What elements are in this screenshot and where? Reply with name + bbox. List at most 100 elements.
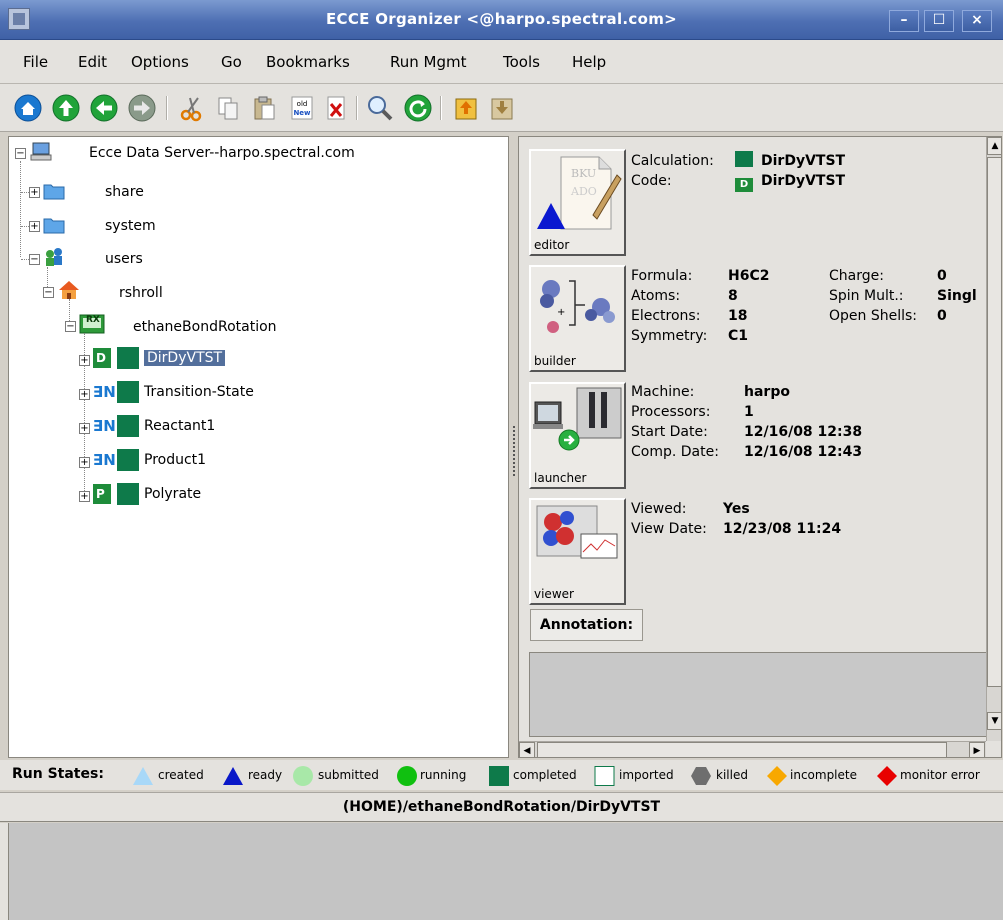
- menu-tools[interactable]: Tools: [503, 53, 540, 71]
- run-states-title: Run States:: [12, 766, 104, 782]
- monitor-error-diamond-icon: [877, 766, 897, 786]
- editor-icon: BKU ADO: [537, 156, 622, 230]
- import-icon[interactable]: [452, 94, 480, 122]
- killed-hexagon-icon: [691, 767, 711, 785]
- launcher-icon: [533, 387, 622, 451]
- tree-item-share[interactable]: share: [105, 178, 144, 206]
- search-icon[interactable]: [366, 94, 394, 122]
- server-icon: [30, 142, 52, 161]
- tree-item-calc[interactable]: Polyrate: [144, 480, 201, 508]
- scrollbar-thumb[interactable]: [537, 742, 947, 757]
- home-icon[interactable]: [14, 94, 42, 122]
- cut-icon[interactable]: [178, 94, 206, 122]
- tree-expand-toggle[interactable]: +: [79, 423, 90, 434]
- menu-bookmarks[interactable]: Bookmarks: [266, 53, 350, 71]
- tree-item-system[interactable]: system: [105, 212, 156, 240]
- project-tree[interactable]: − Ecce Data Server--harpo.spectral.com +…: [8, 136, 509, 758]
- tree-collapse-toggle[interactable]: −: [43, 287, 54, 298]
- viewer-button[interactable]: viewer: [529, 498, 626, 605]
- tree-item-rshroll[interactable]: rshroll: [119, 279, 163, 307]
- launcher-info: Machine: harpo Processors: 1 Start Date: 12…: [631, 384, 863, 460]
- refresh-icon[interactable]: [404, 94, 432, 122]
- builder-button[interactable]: + builder: [529, 265, 626, 372]
- window-title: ECCE Organizer <@harpo.spectral.com>: [325, 10, 678, 28]
- editor-info: Calculation: DirDyVTST Code: D DirDyVTST: [631, 151, 846, 192]
- tree-item-users[interactable]: users: [105, 245, 143, 273]
- scrollbar-thumb[interactable]: [987, 157, 1001, 687]
- close-button[interactable]: ×: [962, 10, 992, 32]
- menu-help[interactable]: Help: [572, 53, 606, 71]
- annotation-button[interactable]: Annotation:: [530, 609, 643, 641]
- tree-item-calc[interactable]: Reactant1: [144, 412, 215, 440]
- scroll-up-icon[interactable]: ▲: [987, 137, 1001, 155]
- svg-text:New: New: [293, 109, 311, 117]
- svg-text:ADO: ADO: [570, 185, 597, 198]
- completed-status-icon: [117, 381, 139, 403]
- menu-run-mgmt[interactable]: Run Mgmt: [390, 53, 467, 71]
- editor-label: editor: [534, 238, 570, 252]
- tree-expand-toggle[interactable]: +: [79, 389, 90, 400]
- viewer-label: viewer: [534, 587, 574, 601]
- code-badge: P: [96, 487, 105, 501]
- current-path: (HOME)/ethaneBondRotation/DirDyVTST: [0, 792, 1003, 822]
- menu-go[interactable]: Go: [221, 53, 242, 71]
- nwchem-code-icon: ∃N: [93, 417, 116, 435]
- imported-square-icon: [594, 766, 615, 786]
- run-states-legend: Run States: created ready submitted runn…: [0, 760, 1003, 790]
- toolbar: old New: [0, 84, 1003, 132]
- tree-root-label[interactable]: Ecce Data Server--harpo.spectral.com: [89, 139, 355, 167]
- launcher-label: launcher: [534, 471, 587, 485]
- tree-expand-toggle[interactable]: +: [79, 355, 90, 366]
- builder-label: builder: [534, 354, 576, 368]
- old-new-icon[interactable]: oldNew: [288, 94, 316, 122]
- tree-expand-toggle[interactable]: +: [79, 457, 90, 468]
- tree-item-calc[interactable]: Transition-State: [144, 378, 254, 406]
- title-bar: ECCE Organizer <@harpo.spectral.com> – ☐…: [0, 0, 1003, 40]
- completed-square-icon: [489, 766, 509, 786]
- completed-status-icon: [117, 415, 139, 437]
- nwchem-code-icon: ∃N: [93, 451, 116, 469]
- editor-button[interactable]: BKU ADO editor: [529, 149, 626, 256]
- tree-item-calc[interactable]: DirDyVTST: [144, 344, 226, 372]
- maximize-button[interactable]: ☐: [924, 10, 954, 32]
- builder-icon: +: [540, 280, 615, 333]
- copy-icon[interactable]: [214, 94, 242, 122]
- completed-status-icon: [117, 347, 139, 369]
- horizontal-scrollbar[interactable]: ◀ ▶: [519, 741, 986, 757]
- paste-icon[interactable]: [250, 94, 278, 122]
- submitted-circle-icon: [293, 766, 313, 786]
- menu-options[interactable]: Options: [131, 53, 189, 71]
- delete-icon[interactable]: [322, 94, 350, 122]
- scroll-right-icon[interactable]: ▶: [969, 742, 985, 757]
- builder-info-extra: Charge: 0 Spin Mult.: Singl Open Shells: 0: [829, 268, 977, 324]
- tree-expand-toggle[interactable]: +: [79, 491, 90, 502]
- back-icon[interactable]: [90, 94, 118, 122]
- tree-expand-toggle[interactable]: +: [29, 221, 40, 232]
- tree-collapse-toggle[interactable]: −: [29, 254, 40, 265]
- svg-text:+: +: [557, 307, 565, 318]
- pane-splitter[interactable]: [510, 136, 518, 758]
- users-icon: [46, 248, 62, 266]
- forward-icon[interactable]: [128, 94, 156, 122]
- annotation-textarea[interactable]: [529, 652, 987, 737]
- tree-expand-toggle[interactable]: +: [29, 187, 40, 198]
- builder-info: Formula: H6C2 Atoms: 8 Electrons: 18 Symmet…: [631, 268, 770, 344]
- tree-collapse-toggle[interactable]: −: [15, 148, 26, 159]
- menu-edit[interactable]: Edit: [78, 53, 107, 71]
- launcher-button[interactable]: launcher: [529, 382, 626, 489]
- minimize-button[interactable]: –: [889, 10, 919, 32]
- tree-item-project[interactable]: ethaneBondRotation: [133, 313, 277, 341]
- viewer-icon: [536, 505, 618, 559]
- up-icon[interactable]: [52, 94, 80, 122]
- export-icon[interactable]: [488, 94, 516, 122]
- completed-status-icon: [117, 483, 139, 505]
- scroll-down-icon[interactable]: ▼: [987, 712, 1001, 730]
- details-pane: BKU ADO editor Calculation: DirDyVTST Cod…: [518, 136, 1002, 758]
- tree-collapse-toggle[interactable]: −: [65, 321, 76, 332]
- tree-item-calc[interactable]: Product1: [144, 446, 206, 474]
- code-badge: D: [96, 351, 106, 365]
- scroll-left-icon[interactable]: ◀: [519, 742, 535, 757]
- menu-file[interactable]: File: [23, 53, 48, 71]
- ready-triangle-icon: [223, 767, 243, 785]
- vertical-scrollbar[interactable]: ▲ ▼: [986, 137, 1001, 741]
